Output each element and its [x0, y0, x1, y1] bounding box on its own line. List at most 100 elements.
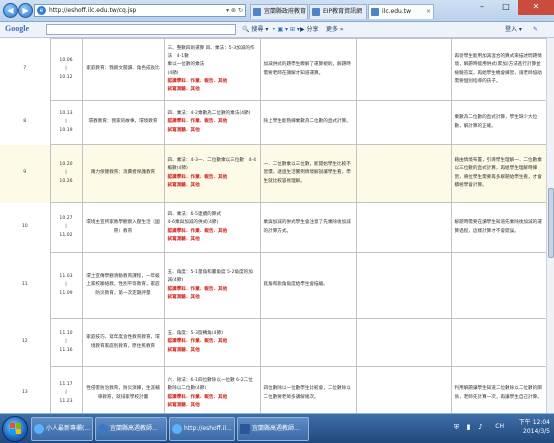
unit-text: 六．除法：6-1四位數除以一位數 6-2二位數除以二位數(4節)	[167, 378, 253, 392]
clock-date: 2014/3/5	[523, 428, 550, 435]
topic-cell: 兩力保健教育：消費者保護教育	[81, 144, 165, 203]
evaluation-tag: 試寫測驗．其他	[167, 127, 200, 133]
strategy-text: 解題時需要在讀學生知道先乘除後加減的運算過程，這樣計算才不會錯誤。	[454, 220, 542, 234]
week-date: |	[65, 282, 67, 288]
course-plan-table: 7 10.06 | 10.12 家庭教育：我跟文閱讀、角色成長比 三、整數四則運算 四、乘…	[0, 38, 546, 413]
week-date: 11.03	[59, 274, 73, 280]
week-range: 10.20 | 10.26	[49, 144, 83, 203]
week-date: 11.23	[59, 398, 73, 404]
close-tab-icon[interactable]: ×	[426, 5, 431, 19]
week-date: 11.17	[59, 382, 73, 388]
topic-cell: 家庭技巧，寫年度含性教育教育，環境教育家庭別教育，原住民教育	[81, 318, 165, 367]
address-controls-icon[interactable]: ▾ ⊗ ↻	[226, 5, 243, 16]
week-date: |	[65, 170, 67, 176]
network-icon[interactable]: ▮	[464, 423, 473, 432]
strategy-cell	[450, 318, 546, 367]
week-date: |	[65, 66, 67, 72]
more-button[interactable]: 更多 »	[326, 24, 344, 35]
tab-2[interactable]: ilc.edu.tw ×	[368, 4, 434, 19]
evaluation-tag: 試寫測驗．其他	[167, 182, 200, 188]
language-indicator[interactable]: CH	[495, 423, 504, 430]
maximize-button[interactable]: □	[494, 0, 518, 15]
row-number: 13	[0, 366, 51, 413]
assessment-tag: 認識學科．作業．報告．其他	[167, 339, 228, 345]
back-button[interactable]: ◀	[3, 3, 18, 18]
week-date: 10.20	[59, 162, 73, 168]
taskbar-item-2[interactable]: http://eshoff.il...	[169, 417, 235, 441]
table-row: 11 11.03 | 11.09 環土宣傳學觀清動教育課程，一年級上家校聯絡教，性別平等…	[0, 252, 546, 319]
strategy-text: 乘數為二位數的直式計算，學生缺少大位數，解計算的正確。	[454, 115, 538, 129]
explorer-icon	[98, 424, 108, 434]
system-tray: CH ⛨ ▮ ♪ 下午 12:04 2014/3/5	[434, 414, 554, 443]
week-range: 11.03 | 11.09	[49, 252, 83, 319]
clock-time: 下午 12:04	[518, 419, 550, 426]
google-search-button[interactable]: 🔍 搜尋 ▾	[242, 24, 268, 35]
strategy-text: 藉由情境布置，引導學生理解一．二位數乘以三位數的直式計算，再給學生理解時練習，將…	[454, 158, 542, 188]
taskbar-item-1[interactable]: 宜蘭縣高週教師...	[95, 417, 167, 441]
tab-1[interactable]: EIP教育資訊網	[309, 4, 367, 19]
topic-cell: 環土宣傳學觀清動教育課程，一年級上家校聯絡教，性別平等教育，家庭防災教育，第一次…	[81, 252, 165, 319]
address-bar[interactable]: e http://eshoff.ilc.edu.tw/cq.jsp ▾ ⊗ ↻	[34, 4, 246, 17]
guidance-cell	[355, 38, 452, 101]
observation-cell: 除上學生能熟練乘數為二位數的直式計算。	[259, 100, 357, 145]
start-button[interactable]	[2, 416, 28, 442]
taskbar-item-0[interactable]: 小人最新專欄(...	[31, 417, 93, 441]
observation-text: 加減併式的題學生瞭解了運算規則，解題時需要老師在講解才知道運算。	[263, 62, 351, 76]
google-logo: Google	[5, 24, 29, 33]
shield-icon[interactable]: ⛨	[452, 423, 461, 432]
row-number-text: 7	[23, 66, 27, 72]
row-number: 9	[0, 144, 51, 203]
signin-button[interactable]: 登入 ▾	[505, 24, 522, 35]
unit-periods: (4節)	[167, 70, 179, 76]
assessment-tag: 認識學科．作業．報告．其他	[167, 394, 228, 400]
unit-cell: 四、乘法：4-3一．二位數乘以三位數 4-4概數(4節) 認識學科．作業．報告．其…	[163, 144, 261, 203]
vertical-scrollbar[interactable]	[546, 38, 554, 413]
row-number-text: 8	[23, 119, 27, 125]
google-toolbar-icons[interactable]: • ▣ ▾ ⊞ ▾	[272, 24, 300, 35]
clock[interactable]: 下午 12:04 2014/3/5	[519, 418, 550, 436]
unit-cell: 三、整數四則運算 四、乘法：5-3加減的作法 4-1數 乘以一位數的乘法 (4節) 認…	[163, 38, 261, 101]
forward-button[interactable]: ▶	[18, 3, 33, 18]
row-number-text: 11	[21, 282, 28, 288]
assessment-tag: 認識學科．作業．報告．其他	[167, 119, 228, 125]
strategy-cell: 利用解題讓學生知道二位數除以二位數的關係，老師先計算一次，再讓學生自己計算。	[450, 366, 546, 413]
windows-logo-icon	[10, 423, 22, 435]
unit-text: 五、角度：5-3旋轉角(4節)	[167, 331, 223, 337]
tab-0[interactable]: 宜蘭縣政府教育	[250, 4, 308, 19]
table-row: 9 10.20 | 10.26 兩力保健教育：消費者保護教育 四、乘法：4-3一．二位數乘…	[0, 144, 546, 203]
week-date: 11.10	[59, 331, 73, 337]
minimize-button[interactable]: –	[470, 0, 494, 15]
strategy-cell: 乘數為二位數的直式計算，學生缺少大位數，解計算的正確。	[450, 100, 546, 145]
unit-cell: 五、角度：5-1量角和畫角度 5-2角度的加減(4節) 認識學科．作業．報告．其他…	[163, 252, 261, 319]
observation-text: 除上學生能熟練乘數為二位數的直式計算。	[263, 119, 351, 125]
scrollbar-thumb[interactable]	[548, 188, 554, 258]
topic-cell: 性侵害防治教育，防災演練，生涯輔導教育，就排家學校計畫	[81, 366, 165, 413]
google-search-input[interactable]	[46, 24, 236, 35]
row-number-text: 10	[21, 224, 28, 230]
ie-icon: e	[37, 6, 46, 15]
row-number-text: 9	[23, 170, 27, 176]
observation-text: 乘與加減的併式學生會注意了先乘除後加減的計算方式。	[263, 220, 351, 234]
week-date: |	[65, 224, 67, 230]
row-number-text: 13	[21, 390, 28, 396]
evaluation-tag: 試寫測驗．其他	[167, 294, 200, 300]
row-number: 8	[0, 100, 51, 145]
taskbar-item-3[interactable]: 宜蘭縣高週教師...	[237, 417, 309, 441]
guidance-cell	[355, 318, 452, 367]
topic-text: 性侵害防治教育，防災演練，生涯輔導教育，就排家學校計畫	[86, 386, 160, 400]
volume-icon[interactable]: ♪	[476, 423, 485, 432]
topic-text: 兩力保健教育：消費者保護教育	[90, 170, 156, 176]
table-row: 8 10.13 | 10.19 環教教育：我家的故事，環境教育 四、乘法：4-2乘數為二位…	[0, 100, 546, 145]
close-window-button[interactable]: ✕	[518, 0, 554, 15]
share-button[interactable]: ▶ 分享	[300, 24, 319, 35]
week-range: 10.13 | 10.19	[49, 100, 83, 145]
observation-cell: 乘與加減的併式學生會注意了先乘除後加減的計算方式。	[259, 202, 357, 253]
observation-text: 一．二位數乘以三位數，能開始學生比較不習慣，透過生活實例情境解說讓學生看，學生就…	[263, 162, 351, 184]
unit-text: 四、乘法：6-5連續的算式	[167, 212, 221, 218]
wrench-icon[interactable]: ✎	[533, 24, 538, 35]
guidance-cell	[355, 100, 452, 145]
assessment-tag: 認識學科．作業．報告．其他	[167, 286, 228, 292]
unit-cell: 四、乘法：4-2乘數為二位數的乘法(4節) 認識學科．作業．報告．其他 試寫測驗．其…	[163, 100, 261, 145]
row-number: 12	[0, 318, 51, 367]
table-row: 12 11.10 | 11.16 家庭技巧，寫年度含性教育教育，環境教育家庭別教育，原住…	[0, 318, 546, 367]
